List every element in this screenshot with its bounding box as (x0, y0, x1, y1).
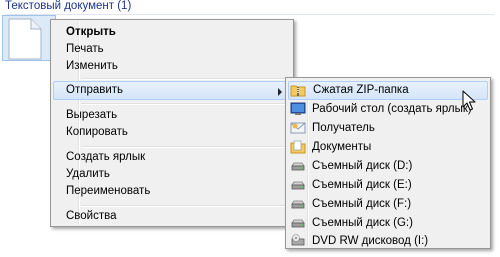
submenu-item-label: Документы (312, 141, 372, 153)
mail-recipient-icon (290, 120, 306, 136)
mouse-cursor-icon (462, 90, 476, 111)
submenu-item-dvd[interactable]: DVD RW дисковод (I:) (288, 233, 488, 249)
menu-item-send-to-label: Отправить (66, 84, 124, 96)
menu-item-copy[interactable]: Копировать (53, 123, 291, 142)
desktop-icon (290, 101, 306, 117)
menu-separator (81, 78, 291, 80)
group-header[interactable]: Текстовый документ (1) (5, 0, 495, 15)
submenu-item-label: Рабочий стол (создать ярлык) (312, 103, 472, 115)
submenu-item-mail-recipient[interactable]: Получатель (288, 119, 488, 138)
removable-drive-icon (290, 215, 306, 231)
menu-item-properties-label: Свойства (66, 210, 117, 222)
removable-drive-icon (290, 196, 306, 212)
submenu-item-label: Съемный диск (G:) (312, 217, 413, 229)
submenu-item-label: Съемный диск (E:) (312, 179, 412, 191)
menu-item-rename[interactable]: Переименовать (53, 182, 291, 201)
submenu-item-desktop[interactable]: Рабочий стол (создать ярлык) (288, 100, 488, 119)
menu-item-rename-label: Переименовать (66, 185, 151, 197)
menu-item-send-to[interactable]: Отправить (53, 81, 291, 100)
removable-drive-icon (290, 158, 306, 174)
menu-item-edit[interactable]: Изменить (53, 57, 291, 76)
menu-item-edit-label: Изменить (66, 60, 118, 72)
submenu-item-drive-f[interactable]: Съемный диск (F:) (288, 195, 488, 214)
dvd-drive-icon (290, 233, 306, 249)
submenu-item-documents[interactable]: Документы (288, 138, 488, 157)
submenu-item-drive-g[interactable]: Съемный диск (G:) (288, 214, 488, 233)
menu-separator (81, 103, 291, 105)
menu-item-copy-label: Копировать (66, 126, 128, 138)
zip-folder-icon (290, 82, 306, 98)
documents-icon (290, 139, 306, 155)
submenu-item-drive-d[interactable]: Съемный диск (D:) (288, 157, 488, 176)
context-menu: Открыть Печать Изменить Отправить Выреза… (50, 19, 294, 227)
selected-file-item[interactable] (2, 15, 56, 61)
submenu-arrow-icon (278, 88, 282, 96)
submenu-item-zip[interactable]: Сжатая ZIP-папка (288, 81, 488, 100)
submenu-item-label: Съемный диск (D:) (312, 160, 413, 172)
removable-drive-icon (290, 177, 306, 193)
menu-item-properties[interactable]: Свойства (53, 207, 291, 226)
text-document-icon (8, 18, 42, 60)
submenu-item-label: Съемный диск (F:) (312, 198, 412, 210)
submenu-item-label: Сжатая ZIP-папка (313, 84, 409, 96)
submenu-item-label: Получатель (312, 122, 375, 134)
send-to-submenu: Сжатая ZIP-папка Рабочий стол (создать я… (285, 77, 491, 249)
submenu-item-drive-e[interactable]: Съемный диск (E:) (288, 176, 488, 195)
submenu-item-label: DVD RW дисковод (I:) (312, 235, 429, 247)
